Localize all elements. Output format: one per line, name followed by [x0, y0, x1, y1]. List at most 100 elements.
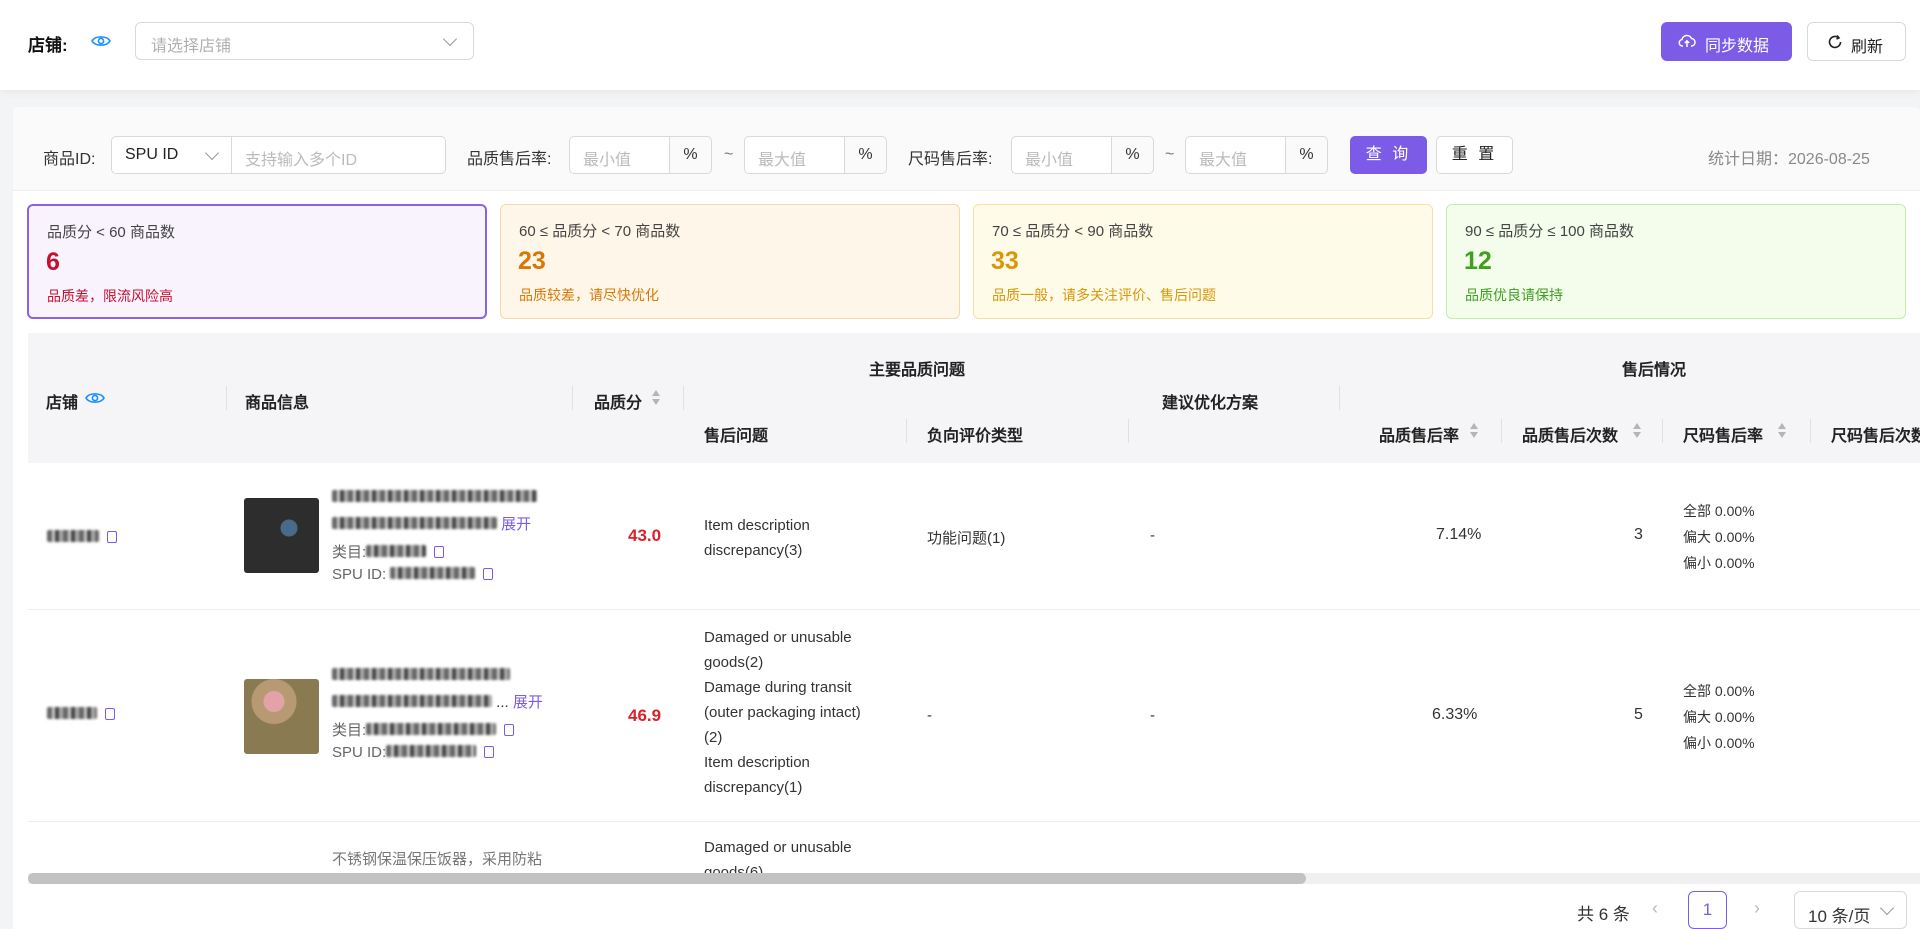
sort-icon[interactable]: [651, 390, 661, 406]
product-thumbnail[interactable]: [244, 498, 319, 573]
min-placeholder: 最小值: [583, 152, 632, 169]
id-type-select[interactable]: SPU ID: [111, 136, 232, 174]
col-quality-rate[interactable]: 品质售后率: [1379, 422, 1459, 446]
card-title: 品质分 < 60 商品数: [47, 224, 175, 241]
size-rate-min-input[interactable]: 最小值: [1011, 136, 1112, 174]
sort-icon[interactable]: [1469, 423, 1479, 439]
product-title: [332, 667, 510, 684]
copy-icon[interactable]: [432, 546, 445, 558]
max-placeholder: 最大值: [758, 152, 807, 169]
column-divider: [1501, 419, 1502, 443]
col-size-count: 尺码售后次数: [1831, 428, 1920, 445]
col-after-sale-status: 售后情况: [1622, 362, 1687, 379]
col-size-rate[interactable]: 尺码售后率: [1683, 422, 1763, 446]
sort-icon[interactable]: [1632, 423, 1642, 439]
eye-icon[interactable]: [91, 34, 113, 48]
col-after-sale-issue: 售后问题: [704, 428, 769, 445]
page-1-button[interactable]: 1: [1688, 891, 1727, 929]
product-title: [332, 489, 537, 506]
query-button[interactable]: 查 询: [1350, 136, 1427, 174]
chevron-down-icon: [204, 145, 220, 161]
card-title: 60 ≤ 品质分 < 70 商品数: [519, 223, 681, 240]
column-divider: [1662, 419, 1663, 443]
total-count: 共 6 条: [1577, 905, 1630, 924]
column-divider: [683, 386, 684, 410]
score-card-60-70[interactable]: 60 ≤ 品质分 < 70 商品数 23 品质较差，请尽快优化: [500, 204, 960, 319]
product-thumbnail[interactable]: [244, 679, 319, 754]
sync-data-button[interactable]: 同步数据: [1661, 22, 1792, 61]
shop-name: [47, 706, 115, 723]
after-sale-issue-line: Damaged or unusable: [704, 629, 852, 646]
next-page-icon[interactable]: ›: [1754, 898, 1760, 919]
quality-rate-min-input[interactable]: 最小值: [569, 136, 670, 174]
suggestion: -: [1150, 527, 1155, 544]
chevron-down-icon: [442, 31, 458, 47]
prev-page-icon[interactable]: ‹: [1652, 898, 1658, 919]
card-title: 70 ≤ 品质分 < 90 商品数: [992, 223, 1154, 240]
col-quality-score[interactable]: 品质分: [594, 389, 642, 413]
quality-rate: 6.33%: [1432, 706, 1478, 723]
product-spu-id: SPU ID:: [332, 566, 494, 583]
expand-link[interactable]: 展开: [513, 694, 543, 711]
col-quality-count[interactable]: 品质售后次数: [1522, 422, 1618, 446]
shop-select-placeholder: 请选择店铺: [151, 38, 232, 55]
card-title: 90 ≤ 品质分 ≤ 100 商品数: [1465, 223, 1635, 240]
after-sale-issue-line: (2): [704, 729, 723, 746]
table-header: 店铺 商品信息 品质分 主要品质问题 建议优化方案 售后情况 售后问题 负向评价…: [28, 333, 1920, 463]
col-negative-type: 负向评价类型: [927, 428, 1024, 445]
size-rate-small: 偏小 0.00%: [1683, 735, 1755, 751]
copy-icon[interactable]: [103, 708, 115, 720]
col-shop: 店铺: [46, 395, 79, 412]
card-desc: 品质差，限流风险高: [47, 288, 173, 304]
top-bar: 店铺: 请选择店铺 同步数据 刷新: [0, 0, 1920, 90]
min-placeholder: 最小值: [1025, 152, 1074, 169]
after-sale-issue: Damaged or unusable goods(2) Damage duri…: [704, 625, 861, 800]
quality-count: 5: [1634, 706, 1643, 723]
spu-label: SPU ID:: [332, 744, 387, 761]
col-main-issues: 主要品质问题: [869, 362, 966, 379]
column-divider: [906, 419, 907, 443]
quality-score: 46.9: [628, 706, 662, 725]
score-card-70-90[interactable]: 70 ≤ 品质分 < 90 商品数 33 品质一般，请多关注评价、售后问题: [973, 204, 1433, 319]
copy-icon[interactable]: [502, 724, 515, 736]
size-rate-small: 偏小 0.00%: [1683, 555, 1755, 571]
table-row: ... 展开 类目: SPU ID: 46.9 Damaged or unusa…: [28, 611, 1920, 822]
suggestion: -: [1150, 707, 1155, 724]
product-category: 类目:: [332, 719, 515, 740]
horizontal-scrollbar-thumb[interactable]: [28, 873, 1306, 884]
percent-addon: %: [1111, 136, 1154, 174]
score-card-below-60[interactable]: 品质分 < 60 商品数 6 品质差，限流风险高: [27, 204, 487, 319]
category-label: 类目:: [332, 722, 367, 739]
id-input[interactable]: 支持输入多个ID: [231, 136, 446, 174]
cloud-upload-icon: [1678, 34, 1696, 47]
quality-rate-max-input[interactable]: 最大值: [744, 136, 845, 174]
card-count: 12: [1464, 247, 1492, 275]
copy-icon[interactable]: [105, 531, 117, 543]
quality-count: 3: [1634, 526, 1643, 543]
size-rate-max-input[interactable]: 最大值: [1185, 136, 1286, 174]
id-type-value: SPU ID: [125, 146, 179, 163]
after-sale-issue: Item description discrepancy(3): [704, 517, 810, 559]
copy-icon[interactable]: [482, 746, 495, 758]
sort-icon[interactable]: [1777, 423, 1787, 439]
negative-type: -: [927, 707, 932, 724]
column-divider: [1128, 419, 1129, 443]
eye-icon[interactable]: [85, 391, 107, 405]
shop-select[interactable]: 请选择店铺: [135, 22, 474, 60]
refresh-button[interactable]: 刷新: [1807, 22, 1906, 61]
after-sale-issue-line: Damaged or unusable: [704, 839, 852, 856]
percent-addon: %: [669, 136, 712, 174]
size-rate-label: 尺码售后率:: [908, 151, 993, 168]
percent-addon: %: [1285, 136, 1328, 174]
score-card-90-100[interactable]: 90 ≤ 品质分 ≤ 100 商品数 12 品质优良请保持: [1446, 204, 1906, 319]
expand-link[interactable]: 展开: [501, 516, 531, 533]
reset-button[interactable]: 重 置: [1436, 136, 1513, 174]
page-size-select[interactable]: 10 条/页: [1794, 891, 1907, 929]
after-sale-issue-line: goods(2): [704, 654, 764, 671]
stat-date: 统计日期：2026-08-25: [1708, 151, 1870, 168]
shop-label: 店铺:: [28, 36, 68, 55]
product-spu-id: SPU ID:: [332, 744, 495, 761]
card-desc: 品质较差，请尽快优化: [519, 287, 659, 303]
quality-score: 43.0: [628, 526, 662, 545]
copy-icon[interactable]: [481, 568, 494, 580]
